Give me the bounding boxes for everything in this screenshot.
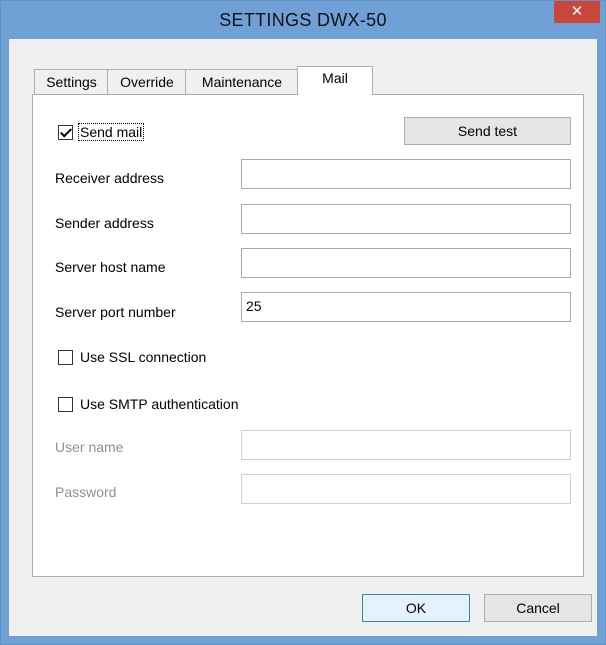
server-port-input[interactable]: 25 xyxy=(241,292,571,322)
user-name-label: User name xyxy=(55,439,124,455)
receiver-address-input[interactable] xyxy=(241,159,571,189)
use-smtp-auth-label[interactable]: Use SMTP authentication xyxy=(80,396,239,412)
receiver-address-label: Receiver address xyxy=(55,170,164,186)
sender-address-label: Sender address xyxy=(55,215,154,231)
mail-tab-panel: Send mail Send test Receiver address Sen… xyxy=(32,94,584,577)
dialog-client-area: Settings Override Maintenance Mail Send … xyxy=(9,39,597,636)
tab-override[interactable]: Override xyxy=(107,69,187,94)
cancel-button[interactable]: Cancel xyxy=(484,594,592,622)
sender-address-input[interactable] xyxy=(241,204,571,234)
password-input[interactable] xyxy=(241,474,571,504)
tab-settings[interactable]: Settings xyxy=(34,69,109,94)
tab-mail[interactable]: Mail xyxy=(297,66,373,95)
use-ssl-checkbox[interactable] xyxy=(58,350,73,365)
send-mail-label[interactable]: Send mail xyxy=(78,123,145,141)
window-title: SETTINGS DWX-50 xyxy=(219,10,387,30)
password-label: Password xyxy=(55,484,117,500)
server-host-input[interactable] xyxy=(241,248,571,278)
tab-maintenance[interactable]: Maintenance xyxy=(185,69,299,94)
server-host-label: Server host name xyxy=(55,259,166,275)
use-smtp-auth-checkbox[interactable] xyxy=(58,397,73,412)
server-port-label: Server port number xyxy=(55,304,176,320)
user-name-input[interactable] xyxy=(241,430,571,460)
close-icon: ✕ xyxy=(570,3,584,20)
settings-window: SETTINGS DWX-50 ✕ Settings Override Main… xyxy=(0,0,606,645)
ok-button[interactable]: OK xyxy=(362,594,470,622)
send-mail-checkbox[interactable] xyxy=(58,125,73,140)
use-ssl-label[interactable]: Use SSL connection xyxy=(80,349,206,365)
close-button[interactable]: ✕ xyxy=(554,1,600,23)
title-bar[interactable]: SETTINGS DWX-50 ✕ xyxy=(1,1,605,39)
send-test-button[interactable]: Send test xyxy=(404,117,571,145)
send-mail-label-wrapper[interactable]: Send mail xyxy=(78,123,145,141)
